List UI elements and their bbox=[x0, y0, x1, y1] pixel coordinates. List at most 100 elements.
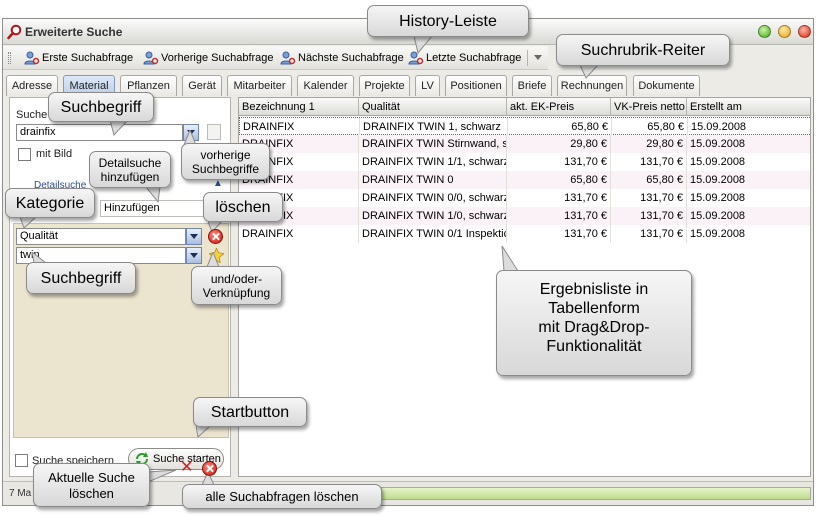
table-cell: DRAINFIX TWIN 1, schwarz bbox=[360, 118, 508, 136]
tab-projekte[interactable]: Projekte bbox=[359, 75, 410, 96]
next-query-button[interactable]: Nächste Suchabfrage bbox=[279, 48, 404, 68]
table-cell: 131,70 € bbox=[507, 153, 611, 171]
window-title: Erweiterte Suche bbox=[25, 25, 123, 39]
tab-dokumente[interactable]: Dokumente bbox=[633, 75, 700, 96]
progress-fill bbox=[382, 488, 810, 499]
callout-detail-add-line2: hinzufügen bbox=[100, 170, 160, 184]
toolbar-overflow-icon[interactable] bbox=[534, 55, 542, 60]
table-row[interactable]: DRAINFIXDRAINFIX TWIN 1/0, schwarz131,70… bbox=[239, 207, 810, 225]
tab-positionen[interactable]: Positionen bbox=[445, 75, 507, 96]
close-button[interactable] bbox=[798, 25, 811, 38]
header-ek-preis[interactable]: akt. EK-Preis bbox=[507, 98, 611, 116]
maximize-button[interactable] bbox=[758, 25, 771, 38]
table-cell: 15.09.2008 bbox=[687, 189, 810, 207]
first-query-button[interactable]: Erste Suchabfrage bbox=[23, 48, 133, 68]
table-row[interactable]: DRAINFIX DRAINFIX TWIN 0/1 Inspektic 131,7… bbox=[239, 225, 810, 243]
table-cell: 15.09.2008 bbox=[687, 171, 810, 189]
callout-and-or: und/oder- Verknüpfung bbox=[191, 266, 282, 305]
callout-tabs-pointer bbox=[580, 65, 599, 79]
table-cell: 65,80 € bbox=[507, 171, 611, 189]
previous-query-label: Vorherige Suchabfrage bbox=[161, 52, 274, 64]
table-cell: 131,70 € bbox=[611, 153, 687, 171]
table-cell: DRAINFIX TWIN Stirnwand, sc bbox=[359, 135, 507, 153]
table-cell: 131,70 € bbox=[611, 189, 687, 207]
callout-history-pointer bbox=[413, 36, 433, 54]
table-cell: DRAINFIX TWIN 1/1, schwarz bbox=[359, 153, 507, 171]
callout-clear-all: alle Suchabfragen löschen bbox=[182, 484, 382, 509]
delete-criteria-icon[interactable] bbox=[208, 229, 223, 244]
search-label: Suche bbox=[16, 109, 48, 121]
callout-detail-add-pointer bbox=[146, 187, 161, 203]
progress-bar bbox=[381, 487, 811, 500]
callout-clear-current-pointer bbox=[148, 470, 177, 483]
table-row[interactable]: DRAINFIX DRAINFIX TWIN 0 65,80 €65,80 €15.… bbox=[239, 171, 810, 189]
table-cell: 15.09.2008 bbox=[687, 135, 810, 153]
callout-start-pointer bbox=[196, 426, 211, 438]
callout-and-or-line1: und/oder- bbox=[210, 272, 263, 286]
callout-results-line3: mit Drag&Drop- bbox=[538, 319, 650, 336]
header-qualitaet[interactable]: Qualität bbox=[359, 98, 507, 116]
table-row[interactable]: DRAINFIXDRAINFIX TWIN 0/0, schwarz131,70… bbox=[239, 189, 810, 207]
callout-and-or-line2: Verknüpfung bbox=[202, 286, 271, 300]
status-text: 7 Ma bbox=[9, 488, 32, 499]
category-select[interactable]: Qualität bbox=[16, 228, 186, 245]
with-image-checkbox[interactable] bbox=[18, 148, 31, 161]
header-erstellt[interactable]: Erstellt am bbox=[687, 98, 810, 116]
users-search-icon bbox=[280, 51, 296, 65]
callout-clear-current-line1: Aktuelle Suche bbox=[48, 470, 135, 485]
callout-results-line1: Ergebnisliste in bbox=[539, 281, 649, 298]
callout-detail-add: Detailsuche hinzufügen bbox=[89, 151, 171, 188]
tab-mitarbeiter[interactable]: Mitarbeiter bbox=[227, 75, 292, 96]
table-cell: 131,70 € bbox=[611, 225, 687, 243]
table-row[interactable]: DRAINFIXDRAINFIX TWIN Stirnwand, sc29,80… bbox=[239, 135, 810, 153]
callout-searchterm-bottom: Suchbegriff bbox=[26, 262, 136, 294]
table-cell: 29,80 € bbox=[611, 135, 687, 153]
table-cell: DRAINFIX TWIN 0/1 Inspektic bbox=[359, 225, 507, 243]
callout-results: Ergebnisliste in Tabellenform mit Drag&D… bbox=[496, 270, 692, 376]
clear-current-search-icon[interactable]: ✕ bbox=[180, 460, 193, 476]
table-cell: 15.09.2008 bbox=[687, 207, 810, 225]
clear-all-queries-icon[interactable] bbox=[202, 461, 217, 476]
table-row[interactable]: DRAINFIX DRAINFIX TWIN 1, schwarz 65,80 €6… bbox=[239, 117, 810, 136]
last-query-label: Letzte Suchabfrage bbox=[426, 52, 522, 64]
toolbar-grip[interactable] bbox=[8, 52, 11, 64]
table-cell: 131,70 € bbox=[507, 189, 611, 207]
search-input[interactable]: drainfix bbox=[16, 124, 183, 141]
category-dropdown-button[interactable] bbox=[186, 228, 202, 245]
minimize-button[interactable] bbox=[778, 25, 791, 38]
results-header: Bezeichnung 1 Qualität akt. EK-Preis VK-… bbox=[239, 98, 810, 116]
table-cell: 131,70 € bbox=[507, 207, 611, 225]
previous-query-button[interactable]: Vorherige Suchabfrage bbox=[142, 48, 274, 68]
criteria-value-dropdown-button[interactable] bbox=[186, 247, 202, 264]
table-cell: 65,80 € bbox=[611, 171, 687, 189]
tab-briefe[interactable]: Briefe bbox=[512, 75, 552, 96]
callout-delete: löschen bbox=[203, 192, 283, 222]
table-cell: 65,80 € bbox=[612, 118, 688, 136]
table-row[interactable]: DRAINFIXDRAINFIX TWIN 1/1, schwarz131,70… bbox=[239, 153, 810, 171]
tab-lv[interactable]: LV bbox=[415, 75, 440, 96]
users-search-icon bbox=[24, 51, 40, 65]
header-vk-preis[interactable]: VK-Preis netto bbox=[611, 98, 687, 116]
tab-kalender[interactable]: Kalender bbox=[297, 75, 354, 96]
callout-previous-terms-line2: Suchbegriffe bbox=[191, 162, 260, 176]
save-search-checkbox[interactable] bbox=[15, 454, 28, 467]
first-query-label: Erste Suchabfrage bbox=[42, 52, 134, 64]
header-bezeichnung[interactable]: Bezeichnung 1 bbox=[239, 98, 359, 116]
search-side-button[interactable] bbox=[207, 124, 221, 140]
table-cell: DRAINFIX TWIN 0/0, schwarz bbox=[359, 189, 507, 207]
magnifier-icon bbox=[7, 24, 22, 40]
history-toolbar: Erste Suchabfrage Vorherige Suchabfrage … bbox=[3, 46, 548, 70]
table-cell: 131,70 € bbox=[507, 225, 611, 243]
table-cell: 15.09.2008 bbox=[687, 225, 810, 243]
tab-geraet[interactable]: Gerät bbox=[182, 75, 222, 96]
callout-tabs: Suchrubrik-Reiter bbox=[556, 34, 730, 66]
table-cell: DRAINFIX bbox=[240, 118, 360, 136]
toolbar-separator bbox=[527, 50, 528, 66]
callout-results-pointer bbox=[501, 246, 519, 272]
callout-results-line4: Funktionalität bbox=[546, 338, 642, 355]
table-cell: 15.09.2008 bbox=[688, 118, 810, 136]
table-cell: 65,80 € bbox=[508, 118, 612, 136]
table-cell: DRAINFIX bbox=[239, 225, 359, 243]
users-search-icon bbox=[143, 51, 159, 65]
table-cell: 29,80 € bbox=[507, 135, 611, 153]
